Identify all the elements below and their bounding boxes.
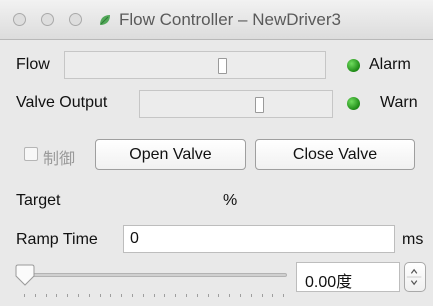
ramp-time-label: Ramp Time [16, 231, 98, 248]
title-bar: Flow Controller – NewDriver3 [0, 0, 433, 40]
slider-tick [67, 294, 69, 297]
slider-tick [142, 294, 144, 297]
stepper-icon[interactable] [404, 262, 426, 292]
slider-tick [153, 294, 155, 297]
leaf-icon [100, 15, 110, 25]
slider-tick [110, 294, 112, 297]
ramp-time-input[interactable]: 0 [123, 225, 395, 253]
slider-tick [196, 294, 198, 297]
window-title: Flow Controller – NewDriver3 [119, 10, 342, 29]
target-unit: % [223, 192, 238, 209]
warn-label: Warn [380, 94, 418, 111]
slider-tick [88, 294, 90, 297]
valve-output-bar [139, 90, 333, 118]
valve-output-label: Valve Output [16, 94, 108, 111]
flow-bar-marker [218, 58, 227, 74]
valve-output-bar-marker [255, 97, 264, 113]
slider-tick [45, 294, 47, 297]
slider-tick [207, 294, 209, 297]
minimize-window-button[interactable] [41, 13, 54, 26]
slider-track[interactable] [24, 273, 287, 277]
slider-tick [78, 294, 79, 297]
slider-tick [272, 294, 274, 297]
flow-label: Flow [16, 56, 50, 73]
slider-tick [261, 294, 263, 297]
alarm-label: Alarm [369, 56, 411, 73]
slider-tick [250, 294, 252, 297]
control-checkbox[interactable] [24, 147, 38, 161]
slider-tick [186, 294, 187, 297]
slider-tick [99, 294, 101, 297]
slider-tick [229, 294, 231, 297]
slider-tick [240, 294, 241, 297]
alarm-indicator [347, 59, 360, 72]
zoom-window-button[interactable] [69, 13, 82, 26]
warn-indicator [347, 97, 360, 110]
ramp-time-unit: ms [402, 231, 424, 248]
control-checkbox-label: 制御 [43, 151, 76, 168]
slider-tick [283, 294, 285, 297]
slider-tick [164, 294, 166, 297]
slider-tick [132, 294, 133, 297]
close-window-button[interactable] [13, 13, 26, 26]
slider-value-field[interactable]: 0.00度 [296, 262, 400, 292]
slider-tick [24, 294, 25, 297]
flow-bar [64, 51, 326, 79]
slider-tick [218, 294, 220, 297]
slider-tick [34, 294, 36, 297]
slider-tick [175, 294, 177, 297]
slider-tick [121, 294, 123, 297]
slider-knob[interactable] [14, 264, 36, 286]
slider-tick [56, 294, 58, 297]
close-valve-button[interactable]: Close Valve [255, 139, 415, 170]
open-valve-button[interactable]: Open Valve [95, 139, 246, 170]
target-label: Target [16, 192, 61, 209]
